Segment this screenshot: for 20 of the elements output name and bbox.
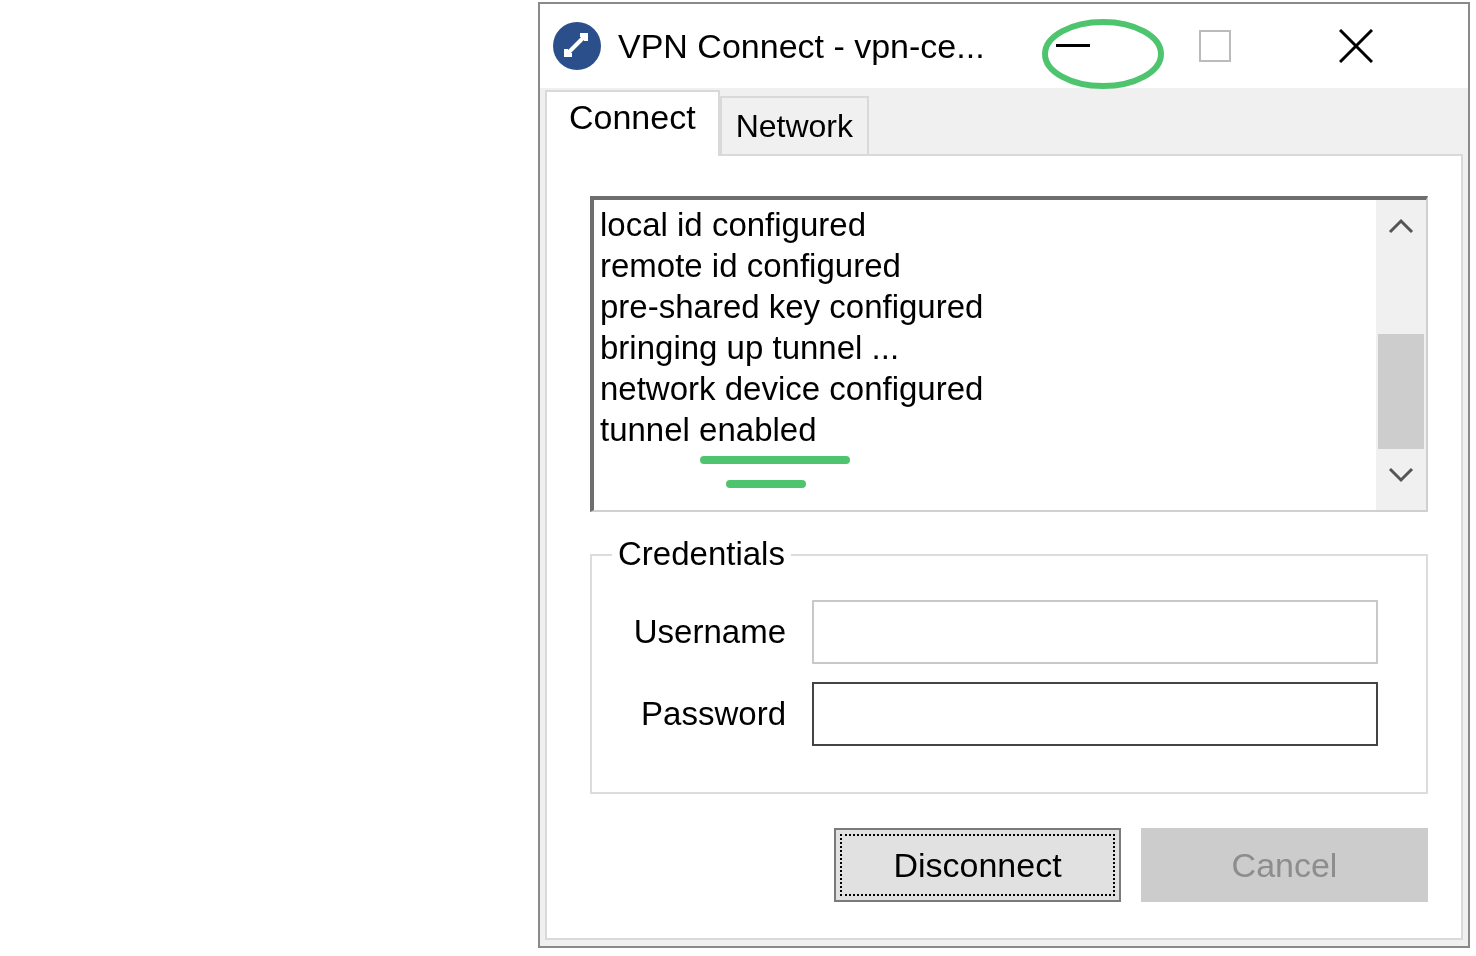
log-line: local id configured xyxy=(600,205,866,245)
log-line: network device configured xyxy=(600,369,984,409)
log-line: tunnel enabled xyxy=(600,410,817,450)
scroll-up-icon[interactable] xyxy=(1388,218,1414,234)
scroll-down-icon[interactable] xyxy=(1388,467,1414,483)
tab[interactable]: Connect xyxy=(545,90,720,156)
maximize-icon xyxy=(1198,30,1231,62)
minimize-icon xyxy=(1055,44,1090,48)
scrollbar-thumb[interactable] xyxy=(1378,334,1424,449)
tab[interactable]: Network xyxy=(719,96,869,154)
text-field[interactable] xyxy=(812,682,1378,746)
field-label: Password xyxy=(640,694,786,735)
globe-icon xyxy=(552,21,602,71)
log-line: bringing up tunnel ... xyxy=(600,328,900,368)
dialog-button[interactable]: Disconnect xyxy=(834,828,1121,902)
window-title: VPN Connect - vpn-ce... xyxy=(618,25,985,67)
log-line: remote id configured xyxy=(600,246,901,286)
log-line: pre-shared key configured xyxy=(600,287,984,327)
close-icon xyxy=(1338,29,1373,63)
field-label: Username xyxy=(632,612,786,653)
